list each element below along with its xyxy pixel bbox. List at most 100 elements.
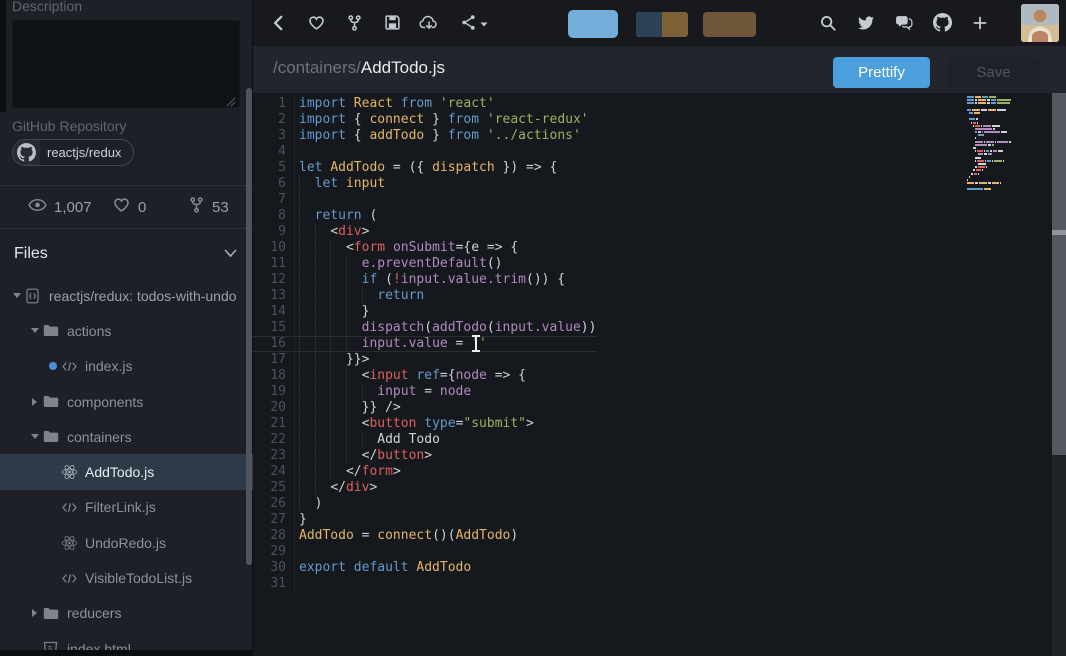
minimap[interactable] xyxy=(966,96,1012,195)
code-line-14[interactable]: 14 } xyxy=(253,304,596,320)
code-line-11[interactable]: 11 e.preventDefault() xyxy=(253,256,596,272)
line-number: 3 xyxy=(253,128,295,144)
line-number: 1 xyxy=(253,96,295,112)
twitter-button[interactable] xyxy=(853,11,879,37)
chevron-down-icon xyxy=(26,328,43,333)
line-number: 4 xyxy=(253,144,295,160)
code-line-16[interactable]: 16 input.value = '' xyxy=(253,336,596,352)
code-line-27[interactable]: 27} xyxy=(253,512,596,528)
description-textarea[interactable] xyxy=(12,20,240,108)
sidebar-scrollbar[interactable] xyxy=(246,88,252,565)
code-line-29[interactable]: 29 xyxy=(253,544,596,560)
preview-button-3[interactable] xyxy=(703,12,756,37)
tree-item-actions[interactable]: actions xyxy=(0,313,253,348)
code-file-icon xyxy=(61,572,83,585)
tree-item-label: components xyxy=(67,394,143,410)
github-button[interactable] xyxy=(929,11,955,37)
code-line-3[interactable]: 3import { addTodo } from '../actions' xyxy=(253,128,596,144)
code-line-22[interactable]: 22 Add Todo xyxy=(253,432,596,448)
github-icon xyxy=(933,13,952,35)
code-line-12[interactable]: 12 if (!input.value.trim()) { xyxy=(253,272,596,288)
code-line-25[interactable]: 25 </div> xyxy=(253,480,596,496)
like-button[interactable] xyxy=(303,11,329,37)
resize-grip-icon[interactable] xyxy=(226,94,236,112)
tree-item-undoredo-js[interactable]: UndoRedo.js xyxy=(0,525,253,560)
line-number: 27 xyxy=(253,512,295,528)
twitter-icon xyxy=(857,15,875,34)
code-line-2[interactable]: 2import { connect } from 'react-redux' xyxy=(253,112,596,128)
code-line-20[interactable]: 20 }} /> xyxy=(253,400,596,416)
code-line-10[interactable]: 10 <form onSubmit={e => { xyxy=(253,240,596,256)
plus-icon xyxy=(972,15,988,34)
code-line-24[interactable]: 24 </form> xyxy=(253,464,596,480)
code-line-17[interactable]: 17 }}> xyxy=(253,352,596,368)
line-number: 8 xyxy=(253,208,295,224)
tree-item-label: VisibleTodoList.js xyxy=(85,570,192,586)
preview-button-1[interactable] xyxy=(568,10,618,38)
download-button[interactable] xyxy=(416,11,442,37)
line-number: 25 xyxy=(253,480,295,496)
line-number: 13 xyxy=(253,288,295,304)
files-section-header[interactable]: Files xyxy=(0,228,253,278)
code-line-21[interactable]: 21 <button type="submit"> xyxy=(253,416,596,432)
scrollbar-thumb[interactable] xyxy=(1052,93,1066,455)
code-line-1[interactable]: 1import React from 'react' xyxy=(253,96,596,112)
tree-item-index-js[interactable]: index.js xyxy=(0,349,253,384)
code-line-15[interactable]: 15 dispatch(addTodo(input.value)) xyxy=(253,320,596,336)
code-line-8[interactable]: 8 return ( xyxy=(253,208,596,224)
share-menu-button[interactable] xyxy=(455,11,493,37)
line-number: 20 xyxy=(253,400,295,416)
text-cursor xyxy=(475,337,477,350)
line-number: 23 xyxy=(253,448,295,464)
back-button[interactable] xyxy=(266,11,292,37)
tree-item-addtodo-js[interactable]: AddTodo.js xyxy=(0,454,253,489)
tree-item-containers[interactable]: containers xyxy=(0,419,253,454)
feedback-button[interactable] xyxy=(891,11,917,37)
code-line-18[interactable]: 18 <input ref={node => { xyxy=(253,368,596,384)
tree-item-visibletodolist-js[interactable]: VisibleTodoList.js xyxy=(0,560,253,595)
save-button[interactable]: Save xyxy=(947,57,1040,88)
line-number: 11 xyxy=(253,256,295,272)
tree-item-reducers[interactable]: reducers xyxy=(0,596,253,631)
line-number: 9 xyxy=(253,224,295,240)
code-line-30[interactable]: 30export default AddTodo xyxy=(253,560,596,576)
line-number: 22 xyxy=(253,432,295,448)
new-plunk-button[interactable] xyxy=(967,11,993,37)
code-file-icon xyxy=(61,501,83,514)
tree-item-components[interactable]: components xyxy=(0,384,253,419)
search-button[interactable] xyxy=(815,11,841,37)
tree-item-label: index.js xyxy=(85,358,132,374)
tree-item-reactjs-redux-todos-with-undo[interactable]: reactjs/redux: todos-with-undo xyxy=(0,278,253,313)
preview-button-2[interactable] xyxy=(636,12,688,37)
forks-count: 53 xyxy=(212,199,229,216)
code-line-13[interactable]: 13 return xyxy=(253,288,596,304)
line-number: 6 xyxy=(253,176,295,192)
code-line-5[interactable]: 5let AddTodo = ({ dispatch }) => { xyxy=(253,160,596,176)
code-line-4[interactable]: 4 xyxy=(253,144,596,160)
code-line-9[interactable]: 9 <div> xyxy=(253,224,596,240)
code-editor[interactable]: 1import React from 'react'2import { conn… xyxy=(253,93,1066,656)
editor-scrollbar[interactable] xyxy=(1052,93,1066,656)
code-line-19[interactable]: 19 input = node xyxy=(253,384,596,400)
save-plunk-button[interactable] xyxy=(379,11,405,37)
plunker-editor-app: Description GitHub Repository reactjs/re… xyxy=(0,0,1066,656)
folder-icon xyxy=(43,430,65,443)
repo-badge[interactable]: reactjs/redux xyxy=(12,139,134,166)
code-line-28[interactable]: 28AddTodo = connect()(AddTodo) xyxy=(253,528,596,544)
fork-button[interactable] xyxy=(341,11,367,37)
chevron-right-icon xyxy=(26,398,43,406)
prettify-button[interactable]: Prettify xyxy=(833,57,930,88)
code-file-icon xyxy=(61,360,83,373)
code-line-31[interactable]: 31 xyxy=(253,576,596,592)
tree-item-filterlink-js[interactable]: FilterLink.js xyxy=(0,490,253,525)
user-avatar[interactable] xyxy=(1021,4,1059,42)
line-number: 5 xyxy=(253,160,295,176)
code-line-6[interactable]: 6 let input xyxy=(253,176,596,192)
left-edge-strip xyxy=(0,0,6,112)
tree-item-label: reducers xyxy=(67,605,121,621)
code-line-26[interactable]: 26 ) xyxy=(253,496,596,512)
heart-icon xyxy=(112,196,131,219)
code-line-23[interactable]: 23 </button> xyxy=(253,448,596,464)
line-number: 14 xyxy=(253,304,295,320)
code-line-7[interactable]: 7 xyxy=(253,192,596,208)
